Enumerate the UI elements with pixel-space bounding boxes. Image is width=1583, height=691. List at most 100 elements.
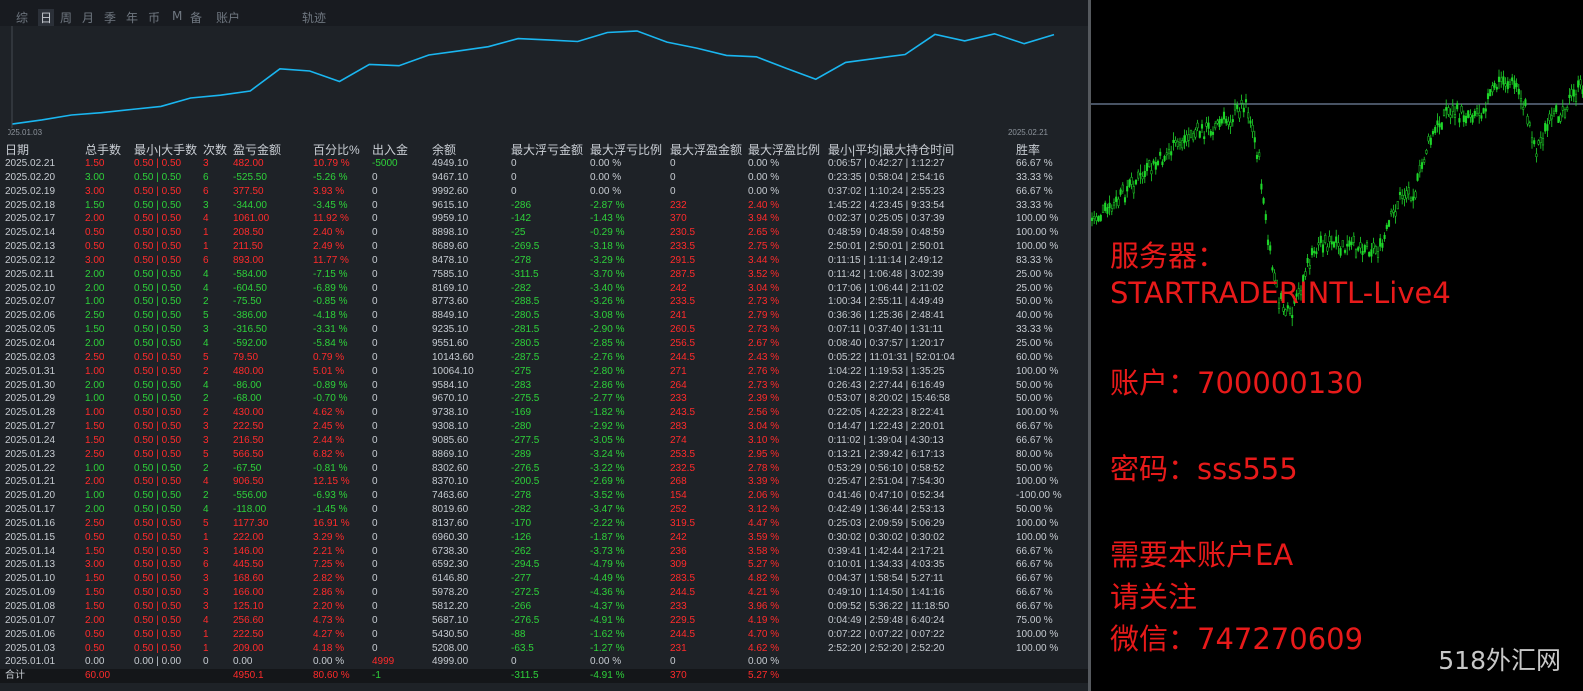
info-line: 密码：sss555: [1110, 452, 1298, 486]
tab-1[interactable]: 日: [38, 9, 55, 26]
table-row[interactable]: 2025.02.17 2.00 0.50 | 0.50 4 1061.00 11.92 %…: [0, 212, 1090, 226]
tab-3[interactable]: 月: [82, 9, 94, 26]
table-row[interactable]: 2025.02.14 0.50 0.50 | 0.50 1 208.50 2.40 % 0 8…: [0, 226, 1090, 240]
table-row[interactable]: 2025.01.16 2.50 0.50 | 0.50 5 1177.30 16.91 %…: [0, 517, 1090, 531]
table-row[interactable]: 2025.01.08 1.50 0.50 | 0.50 3 125.10 2.20 % 0 5…: [0, 600, 1090, 614]
table-row[interactable]: 2025.01.07 2.00 0.50 | 0.50 4 256.60 4.73 % 0 5…: [0, 614, 1090, 628]
cell-minmax: 0.50 | 0.50: [134, 337, 182, 349]
tab-8[interactable]: 备: [190, 9, 202, 26]
table-row[interactable]: 2025.02.19 3.00 0.50 | 0.50 6 377.50 3.93 % 0 9…: [0, 185, 1090, 199]
table-row[interactable]: 2025.02.11 2.00 0.50 | 0.50 4 -584.00 -7.15 %…: [0, 268, 1090, 282]
table-row[interactable]: 2025.01.23 2.50 0.50 | 0.50 5 566.50 6.82 % 0 8…: [0, 448, 1090, 462]
column-header[interactable]: 日期: [5, 143, 29, 157]
tab-6[interactable]: 币: [148, 9, 160, 26]
table-row[interactable]: 2025.02.12 3.00 0.50 | 0.50 6 893.00 11.77 % 0…: [0, 254, 1090, 268]
cell-fp-pct: 0.00 %: [748, 656, 780, 668]
candle-body: [1128, 179, 1131, 187]
cell-fp-amt: 233.5: [670, 241, 696, 253]
cell-balance: 4999.00: [432, 656, 469, 668]
table-row[interactable]: 2025.01.31 1.00 0.50 | 0.50 2 480.00 5.01 % 0 1…: [0, 365, 1090, 379]
table-row[interactable]: 2025.01.03 0.50 0.50 | 0.50 1 209.00 4.18 % 0 5…: [0, 642, 1090, 656]
table-row[interactable]: 2025.02.21 1.50 0.50 | 0.50 3 482.00 10.79 % -…: [0, 157, 1090, 171]
cell-cash: 0: [372, 282, 378, 294]
column-header[interactable]: 总手数: [85, 143, 121, 157]
candle-body: [1506, 81, 1509, 90]
cell-minmax: 0.50 | 0.50: [134, 614, 182, 626]
cell-cash: 0: [372, 642, 378, 654]
table-row[interactable]: 2025.01.01 0.00 0.00 | 0.00 0 0.00 0.00 % 4999…: [0, 655, 1090, 669]
cell-win: 100.00 %: [1016, 476, 1059, 488]
tab-0[interactable]: 综: [16, 9, 28, 26]
column-header[interactable]: 余额: [432, 143, 456, 157]
tab-10[interactable]: 轨迹: [302, 9, 326, 26]
cell-count: 3: [203, 421, 209, 433]
column-header[interactable]: 出入金: [372, 143, 408, 157]
table-row[interactable]: 2025.02.04 2.00 0.50 | 0.50 4 -592.00 -5.84 %…: [0, 337, 1090, 351]
cell-fl-pct: -3.08 %: [590, 310, 625, 322]
candle-body: [1117, 198, 1120, 206]
table-row[interactable]: 2025.02.06 2.50 0.50 | 0.50 5 -386.00 -4.18 %…: [0, 309, 1090, 323]
column-header[interactable]: 次数: [203, 143, 227, 157]
table-row[interactable]: 2025.02.13 0.50 0.50 | 0.50 1 211.50 2.49 % 0 8…: [0, 240, 1090, 254]
cell-hold: 1:00:34 | 2:55:11 | 4:49:49: [828, 296, 944, 308]
table-row[interactable]: 2025.01.30 2.00 0.50 | 0.50 4 -86.00 -0.89 % 0…: [0, 379, 1090, 393]
table-row[interactable]: 2025.01.29 1.00 0.50 | 0.50 2 -68.00 -0.70 % 0…: [0, 392, 1090, 406]
candle-body: [1489, 89, 1492, 97]
column-header[interactable]: 胜率: [1016, 143, 1040, 157]
table-row[interactable]: 2025.01.24 1.50 0.50 | 0.50 3 216.50 2.44 % 0 9…: [0, 434, 1090, 448]
table-row[interactable]: 2025.02.05 1.50 0.50 | 0.50 3 -316.50 -3.31 %…: [0, 323, 1090, 337]
table-row[interactable]: 2025.02.07 1.00 0.50 | 0.50 2 -75.50 -0.85 % 0…: [0, 295, 1090, 309]
cell-balance: 5208.00: [432, 642, 469, 654]
cell-fp-pct: 3.39 %: [748, 476, 780, 488]
table-row[interactable]: 2025.01.13 3.00 0.50 | 0.50 6 445.50 7.25 % 0 6…: [0, 558, 1090, 572]
cell-cash: 0: [372, 504, 378, 516]
table-row[interactable]: 2025.01.10 1.50 0.50 | 0.50 3 168.60 2.82 % 0 6…: [0, 572, 1090, 586]
cell-fp-amt: 287.5: [670, 268, 696, 280]
column-header[interactable]: 最大浮盈比例: [748, 143, 820, 157]
cell-fl-pct: -3.52 %: [590, 490, 625, 502]
column-header[interactable]: 最大浮亏金额: [511, 143, 583, 157]
cell-fp-pct: 4.19 %: [748, 614, 780, 626]
tab-7[interactable]: M: [172, 9, 182, 23]
table-row[interactable]: 2025.02.20 3.00 0.50 | 0.50 6 -525.50 -5.26 %…: [0, 171, 1090, 185]
cell-hold: 0:10:01 | 1:34:33 | 4:03:35: [828, 559, 945, 571]
table-row[interactable]: 2025.01.21 2.00 0.50 | 0.50 4 906.50 12.15 % 0…: [0, 475, 1090, 489]
column-header[interactable]: 最小|大手数: [134, 143, 197, 157]
cell-count: 6: [203, 254, 209, 266]
table-row[interactable]: 2025.02.03 2.50 0.50 | 0.50 5 79.50 0.79 % 0 10…: [0, 351, 1090, 365]
candle-body: [1414, 191, 1417, 199]
cell-fp-pct: 4.70 %: [748, 628, 780, 640]
tab-5[interactable]: 年: [126, 9, 138, 26]
table-row[interactable]: 2025.01.09 1.50 0.50 | 0.50 3 166.00 2.86 % 0 5…: [0, 586, 1090, 600]
column-header[interactable]: 最大浮亏比例: [590, 143, 662, 157]
column-header[interactable]: 最大浮盈金额: [670, 143, 742, 157]
cell-cash: 0: [372, 462, 378, 474]
tab-9[interactable]: 账户: [216, 9, 240, 26]
table-row[interactable]: 2025.01.27 1.50 0.50 | 0.50 3 222.50 2.45 % 0 9…: [0, 420, 1090, 434]
cell-pnl: 377.50: [233, 185, 264, 197]
table-row[interactable]: 2025.02.10 2.00 0.50 | 0.50 4 -604.50 -6.89 %…: [0, 282, 1090, 296]
cell-count: 3: [203, 199, 209, 211]
table-row[interactable]: 2025.01.14 1.50 0.50 | 0.50 3 146.00 2.21 % 0 6…: [0, 545, 1090, 559]
table-row[interactable]: 2025.01.06 0.50 0.50 | 0.50 1 222.50 4.27 % 0 5…: [0, 628, 1090, 642]
column-header[interactable]: 百分比%: [313, 143, 360, 157]
cell-minmax: 0.50 | 0.50: [134, 642, 182, 654]
table-row[interactable]: 2025.01.28 1.00 0.50 | 0.50 2 430.00 4.62 % 0 9…: [0, 406, 1090, 420]
cell-win: 100.00 %: [1016, 517, 1059, 529]
column-header[interactable]: 盈亏金额: [233, 143, 281, 157]
table-row[interactable]: 2025.01.15 0.50 0.50 | 0.50 1 222.00 3.29 % 0 6…: [0, 531, 1090, 545]
column-header[interactable]: 最小|平均|最大持仓时间: [828, 143, 954, 157]
table-row[interactable]: 2025.01.22 1.00 0.50 | 0.50 2 -67.50 -0.81 % 0…: [0, 462, 1090, 476]
tab-4[interactable]: 季: [104, 9, 116, 26]
cell-fl-amt: -275: [511, 365, 532, 377]
table-row[interactable]: 2025.02.18 1.50 0.50 | 0.50 3 -344.00 -3.45 %…: [0, 199, 1090, 213]
cell-win: 66.67 %: [1016, 421, 1053, 433]
cell-pct: -5.84 %: [313, 337, 348, 349]
tab-2[interactable]: 周: [60, 9, 72, 26]
cell-date: 2025.01.14: [5, 545, 56, 557]
cell-count: 4: [203, 213, 209, 225]
cell-fp-amt: 0: [670, 171, 676, 183]
table-row[interactable]: 2025.01.20 1.00 0.50 | 0.50 2 -556.00 -6.93 %…: [0, 489, 1090, 503]
candle-body: [1227, 121, 1230, 125]
table-row[interactable]: 2025.01.17 2.00 0.50 | 0.50 4 -118.00 -1.45 %…: [0, 503, 1090, 517]
